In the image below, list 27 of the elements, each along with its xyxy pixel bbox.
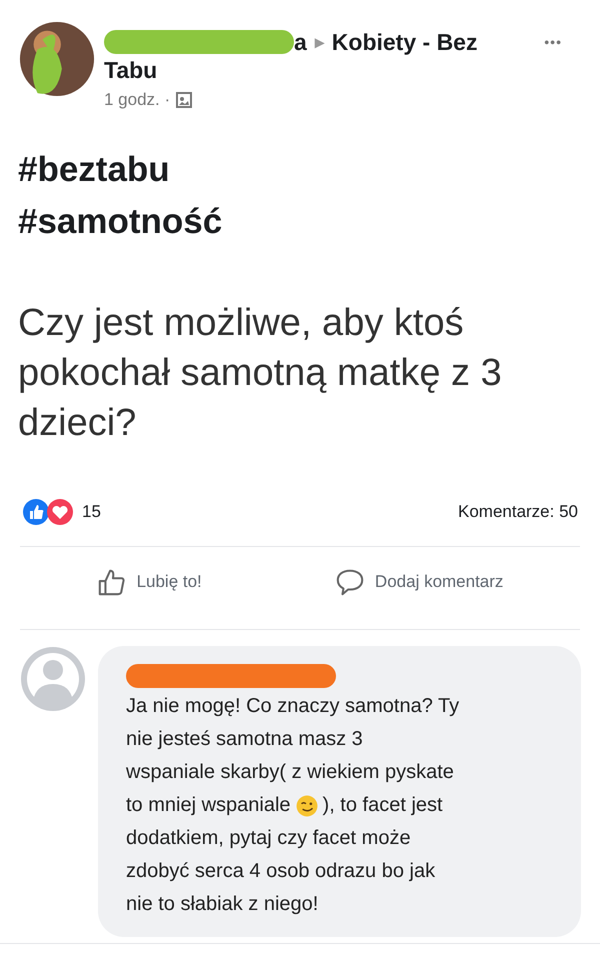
author-name[interactable]: a (294, 28, 307, 56)
comment-text: wspaniale skarby( z wiekiem pyskate (126, 760, 454, 785)
comment-count[interactable]: Komentarze: 50 (458, 502, 578, 522)
comment-text: zdobyć serca 4 osob odrazu bo jak (126, 859, 436, 884)
post-time[interactable]: 1 godz. · (104, 90, 170, 110)
comment-text: to mniej wspaniale (126, 793, 291, 818)
group-name[interactable]: Tabu (104, 56, 158, 84)
group-name[interactable]: Kobiety - Bez (332, 28, 478, 56)
arrow-icon: ▸ (314, 28, 324, 56)
wink-emoji-icon (296, 794, 318, 816)
comment-text: Ja nie mogę! Co znaczy samotna? Ty (126, 694, 460, 719)
avatar[interactable] (18, 20, 96, 98)
comment-text: nie to słabiak z niego! (126, 892, 318, 917)
comment-text: ), to facet jest (322, 793, 443, 818)
hashtag-link[interactable]: #beztabu (18, 144, 170, 196)
thumbs-up-icon (96, 567, 127, 597)
photo-icon (176, 92, 192, 108)
speech-bubble-icon (334, 567, 365, 597)
reaction-count[interactable]: 15 (82, 502, 458, 522)
post-text: Czy jest możliwe, aby ktoś pokochał samotną matkę z 3 dzieci? (17, 301, 503, 446)
reaction-icons (22, 498, 74, 526)
comment-text: dodatkiem, pytaj czy facet może (126, 826, 411, 851)
hashtag-link[interactable]: #samotność (18, 196, 222, 248)
more-button[interactable]: ••• (544, 34, 582, 50)
like-button[interactable]: Lubię to! (92, 563, 206, 601)
comment-button[interactable]: Dodaj komentarz (330, 563, 508, 601)
comment-text: nie jesteś samotna masz 3 (126, 727, 363, 752)
